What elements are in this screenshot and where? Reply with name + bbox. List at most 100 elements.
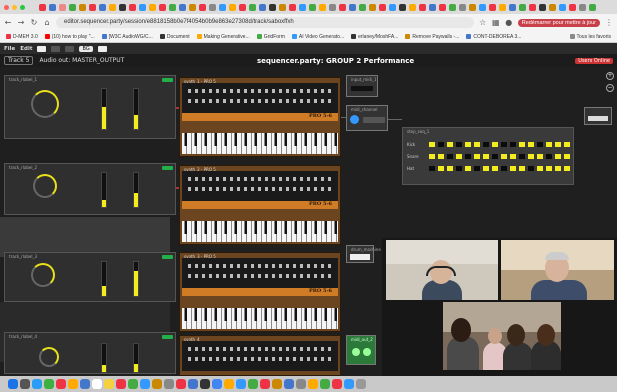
sequencer-step[interactable] bbox=[483, 166, 489, 171]
sequencer-step[interactable] bbox=[429, 154, 435, 159]
module-knob[interactable] bbox=[363, 348, 371, 356]
tab-favicon[interactable] bbox=[329, 3, 336, 11]
sequencer-step[interactable] bbox=[447, 154, 453, 159]
sequencer-step[interactable] bbox=[456, 154, 462, 159]
tab-favicon[interactable] bbox=[179, 3, 186, 11]
tab-favicon[interactable] bbox=[259, 3, 266, 11]
bookmark-item[interactable]: Remove Paywalls -... bbox=[405, 34, 459, 40]
sequencer-step[interactable] bbox=[528, 166, 534, 171]
module-control[interactable] bbox=[350, 254, 370, 260]
bg-pill[interactable]: BG bbox=[79, 45, 93, 52]
users-online-button[interactable]: Users Online bbox=[575, 57, 613, 64]
tab-favicon[interactable] bbox=[449, 3, 456, 11]
tab-favicon[interactable] bbox=[69, 3, 76, 11]
tab-favicon[interactable] bbox=[129, 3, 136, 11]
toggle-switch[interactable] bbox=[51, 45, 61, 52]
sequencer-step[interactable] bbox=[447, 166, 453, 171]
tab-favicon[interactable] bbox=[149, 3, 156, 11]
app-icon[interactable] bbox=[128, 379, 138, 389]
reload-icon[interactable]: ↻ bbox=[30, 18, 38, 27]
sequencer-step[interactable] bbox=[564, 166, 570, 171]
tab-favicon[interactable] bbox=[349, 3, 356, 11]
app-icon[interactable] bbox=[56, 379, 66, 389]
zoom-in-icon[interactable]: + bbox=[606, 72, 614, 80]
tab-favicon[interactable] bbox=[239, 3, 246, 11]
app-icon[interactable] bbox=[332, 379, 342, 389]
sequencer-step[interactable] bbox=[519, 142, 525, 147]
app-icon[interactable] bbox=[224, 379, 234, 389]
zoom-out-icon[interactable]: − bbox=[606, 84, 614, 92]
knob-row[interactable] bbox=[188, 89, 332, 93]
tab-favicon[interactable] bbox=[229, 3, 236, 11]
sequencer-step[interactable] bbox=[438, 154, 444, 159]
tab-favicon[interactable] bbox=[109, 3, 116, 11]
all-bookmarks-item[interactable]: Tous les favoris bbox=[569, 34, 611, 40]
sequencer-step[interactable] bbox=[501, 154, 507, 159]
sequencer-step[interactable] bbox=[510, 142, 516, 147]
sequencer-step[interactable] bbox=[501, 166, 507, 171]
module-box[interactable]: midi_out_2 bbox=[346, 335, 376, 365]
track-panel-3[interactable]: track_rlabel_3 bbox=[4, 252, 176, 302]
menu-edit[interactable]: Edit bbox=[20, 46, 32, 52]
forward-icon[interactable]: → bbox=[17, 18, 25, 27]
bookmark-item[interactable]: (10) how to play "... bbox=[44, 34, 95, 40]
module-knob[interactable] bbox=[352, 348, 360, 356]
sequencer-step[interactable] bbox=[564, 154, 570, 159]
close-window-icon[interactable] bbox=[4, 4, 9, 10]
synth-panel-1[interactable]: synth_1 - PRO 5 PRO 5-6 bbox=[179, 77, 341, 157]
video-tile-participant-2[interactable] bbox=[501, 240, 614, 300]
audio-output-label[interactable]: Audio out: MASTER_OUTPUT bbox=[39, 57, 124, 64]
sequencer-step[interactable] bbox=[483, 154, 489, 159]
tab-favicon[interactable] bbox=[389, 3, 396, 11]
tab-favicon[interactable] bbox=[459, 3, 466, 11]
tab-favicon[interactable] bbox=[279, 3, 286, 11]
sequencer-step[interactable] bbox=[528, 142, 534, 147]
tab-favicon[interactable] bbox=[419, 3, 426, 11]
sequencer-step[interactable] bbox=[483, 142, 489, 147]
tab-favicon[interactable] bbox=[539, 3, 546, 11]
menu-icon[interactable]: ⋮ bbox=[605, 18, 613, 27]
sequencer-step[interactable] bbox=[555, 166, 561, 171]
menu-file[interactable]: File bbox=[4, 46, 15, 52]
sequencer-step[interactable] bbox=[474, 154, 480, 159]
launchpad-icon[interactable] bbox=[20, 379, 30, 389]
tab-favicon[interactable] bbox=[199, 3, 206, 11]
synth-controls[interactable] bbox=[182, 171, 338, 201]
sequencer-step[interactable] bbox=[546, 142, 552, 147]
sequencer-step[interactable] bbox=[510, 154, 516, 159]
volume-knob[interactable] bbox=[31, 263, 55, 287]
track-selector[interactable]: Track 5 bbox=[4, 56, 34, 65]
sequencer-step[interactable] bbox=[519, 166, 525, 171]
tab-favicon[interactable] bbox=[359, 3, 366, 11]
tab-favicon[interactable] bbox=[159, 3, 166, 11]
tab-favicon[interactable] bbox=[589, 3, 596, 11]
sequencer-step[interactable] bbox=[519, 154, 525, 159]
knob-row[interactable] bbox=[188, 187, 332, 191]
track-panel-2[interactable]: track_rlabel_2 bbox=[4, 163, 176, 215]
sequencer-step[interactable] bbox=[555, 142, 561, 147]
app-icon[interactable] bbox=[80, 379, 90, 389]
bookmark-item[interactable]: Document bbox=[159, 34, 190, 40]
sequencer-step[interactable] bbox=[456, 166, 462, 171]
tab-favicon[interactable] bbox=[469, 3, 476, 11]
sequencer-step[interactable] bbox=[492, 154, 498, 159]
bookmark-item[interactable]: GridForm bbox=[256, 34, 285, 40]
home-icon[interactable]: ⌂ bbox=[43, 18, 51, 27]
sequencer-step[interactable] bbox=[429, 166, 435, 171]
star-icon[interactable]: ☆ bbox=[479, 18, 487, 27]
terminal-icon[interactable] bbox=[200, 379, 210, 389]
volume-knob[interactable] bbox=[33, 174, 57, 198]
tab-favicon[interactable] bbox=[409, 3, 416, 11]
tab-favicon[interactable] bbox=[569, 3, 576, 11]
tab-favicon[interactable] bbox=[499, 3, 506, 11]
piano-black-keys[interactable] bbox=[182, 133, 338, 146]
video-tile-participant-1[interactable] bbox=[386, 240, 498, 300]
app-icon[interactable] bbox=[344, 379, 354, 389]
sequencer-step[interactable] bbox=[537, 154, 543, 159]
module-box[interactable] bbox=[584, 107, 612, 125]
sequencer-step[interactable] bbox=[546, 166, 552, 171]
app-icon[interactable] bbox=[284, 379, 294, 389]
piano-black-keys[interactable] bbox=[182, 221, 338, 234]
tab-favicon[interactable] bbox=[439, 3, 446, 11]
tab-favicon[interactable] bbox=[119, 3, 126, 11]
